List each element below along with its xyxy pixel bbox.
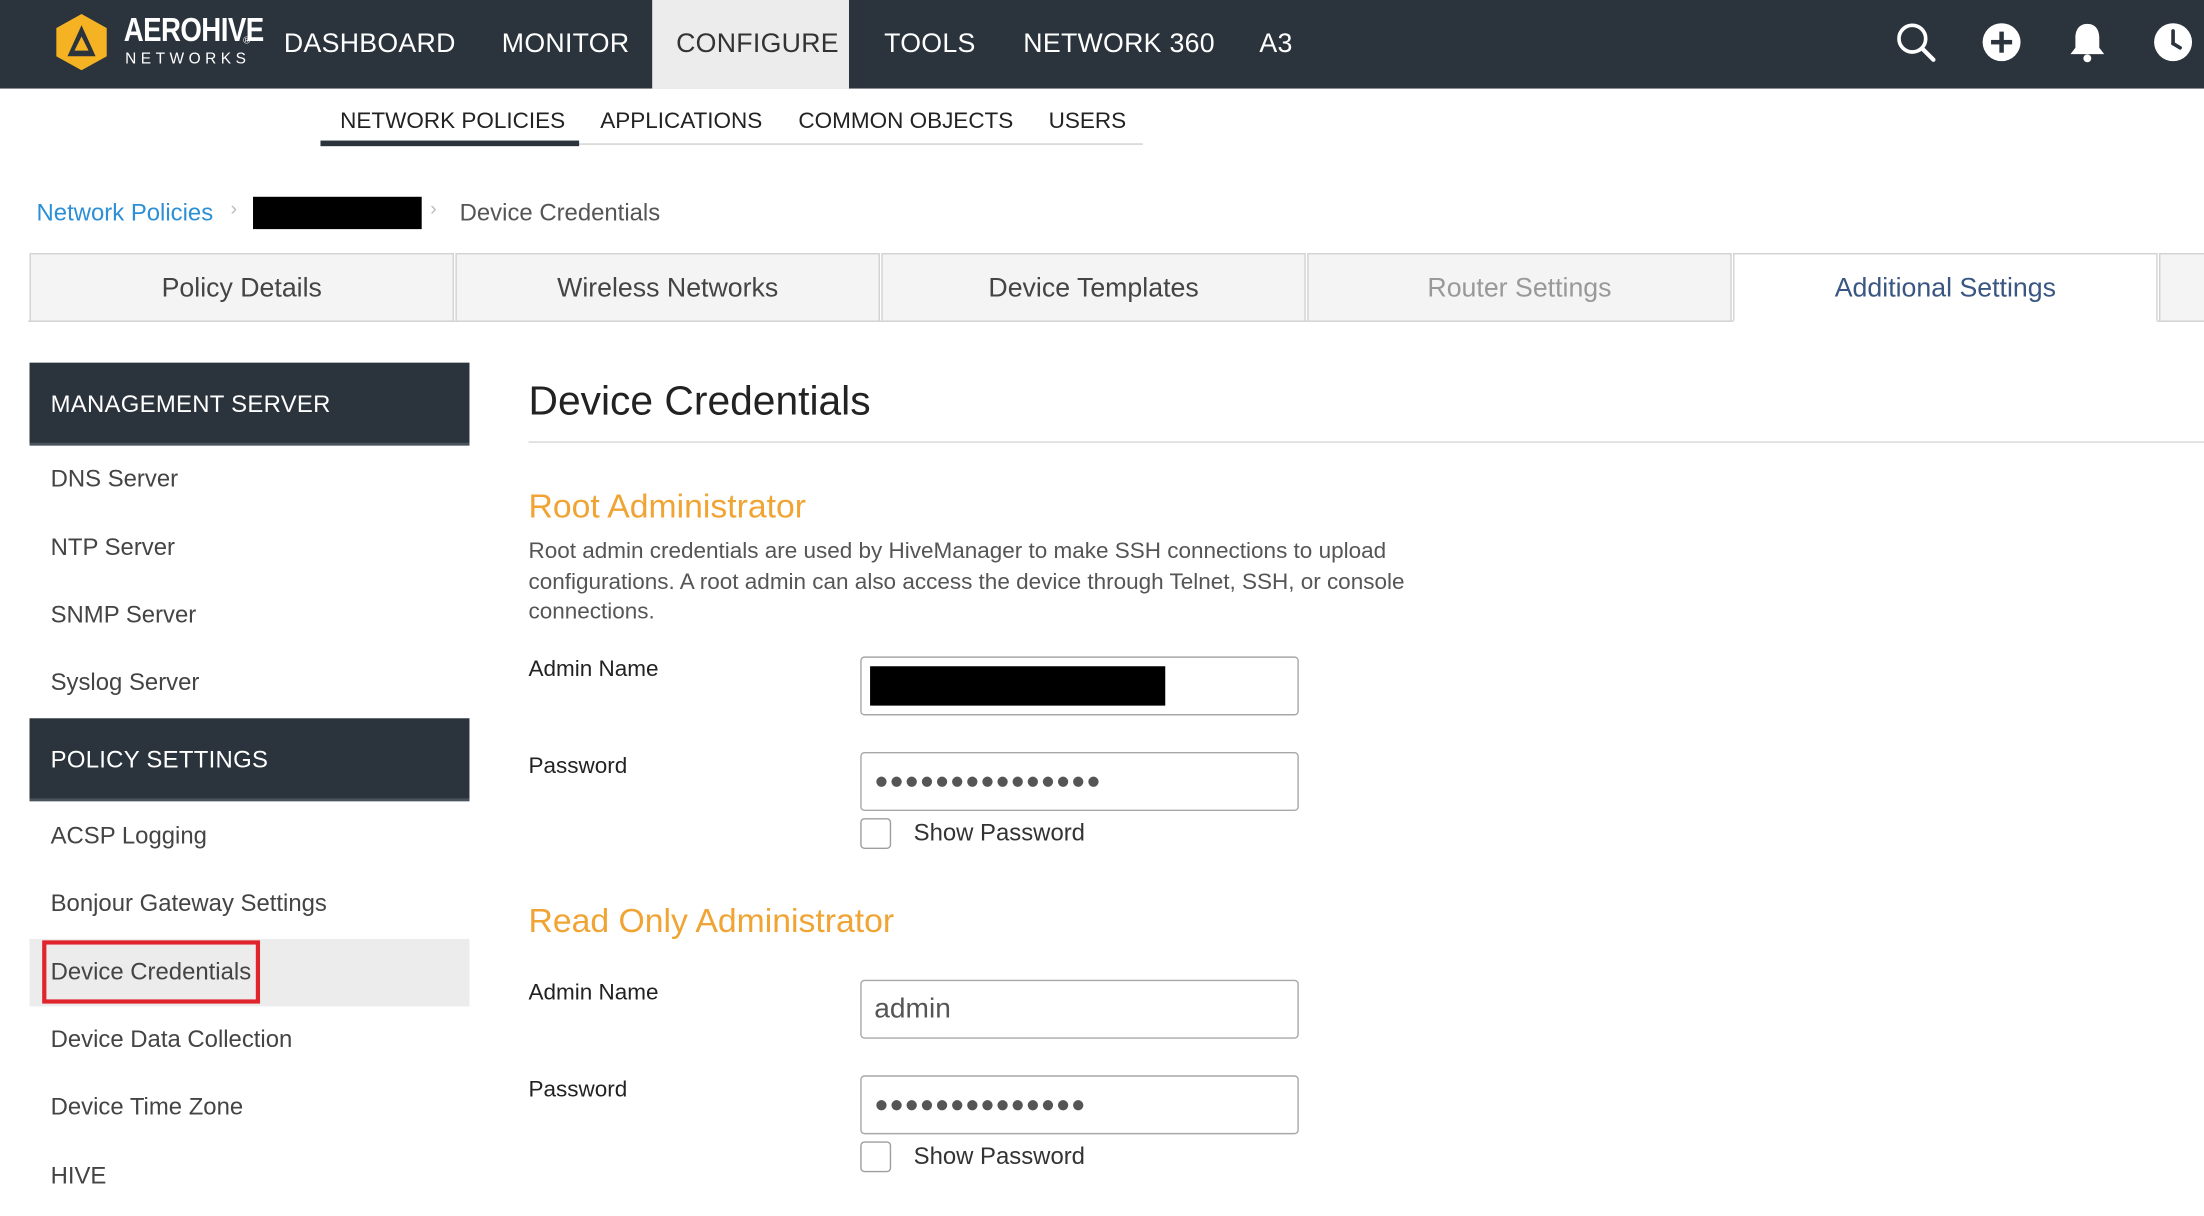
sidebar-item-snmp-server[interactable]: SNMP Server — [30, 582, 470, 649]
nav-monitor[interactable]: MONITOR — [502, 0, 630, 89]
tab-policy-details[interactable]: Policy Details — [29, 253, 455, 322]
readonly-show-password-label[interactable]: Show Password — [914, 1143, 1085, 1171]
logo-registered-mark: ® — [243, 36, 251, 47]
search-icon[interactable] — [1888, 14, 1944, 70]
breadcrumb-chevron-icon: › — [430, 196, 437, 220]
add-icon[interactable] — [1973, 14, 2029, 70]
tab-router-settings[interactable]: Router Settings — [1307, 253, 1732, 322]
nav-network-360[interactable]: NETWORK 360 — [1023, 0, 1215, 89]
readonly-admin-name-label: Admin Name — [528, 981, 659, 1006]
section-title-root-administrator: Root Administrator — [528, 487, 807, 526]
tab-overflow[interactable] — [2159, 253, 2204, 322]
root-password-input[interactable] — [860, 752, 1299, 812]
subnav-network-policies[interactable]: NETWORK POLICIES — [340, 110, 565, 135]
breadcrumb-redacted-policy[interactable] — [253, 196, 422, 230]
nav-dashboard[interactable]: DASHBOARD — [284, 0, 456, 89]
root-admin-name-redacted — [870, 666, 1166, 706]
sidebar-item-syslog-server[interactable]: Syslog Server — [30, 649, 470, 716]
sidebar-item-acsp-logging[interactable]: ACSP Logging — [30, 803, 470, 870]
nav-configure[interactable]: CONFIGURE — [652, 0, 849, 89]
sidebar-item-dns-server[interactable]: DNS Server — [30, 446, 470, 513]
tab-wireless-networks[interactable]: Wireless Networks — [455, 253, 880, 322]
subnav-applications[interactable]: APPLICATIONS — [600, 110, 762, 135]
subnav-users[interactable]: USERS — [1049, 110, 1126, 135]
sidebar-header-policy-settings: POLICY SETTINGS — [29, 718, 470, 802]
aerohive-logo-icon — [56, 14, 107, 71]
sidebar-item-ntp-server[interactable]: NTP Server — [30, 514, 470, 581]
sidebar-item-device-time-zone[interactable]: Device Time Zone — [30, 1074, 470, 1141]
aerohive-logo[interactable]: AEROHIVE ® NETWORKS — [56, 8, 264, 78]
title-divider — [528, 441, 2204, 443]
breadcrumb-chevron-icon: › — [230, 196, 238, 220]
readonly-admin-name-input[interactable] — [860, 979, 1299, 1039]
readonly-password-label: Password — [528, 1078, 628, 1102]
nav-tools[interactable]: TOOLS — [884, 0, 975, 89]
selection-highlight-box — [42, 940, 261, 1004]
breadcrumb-network-policies[interactable]: Network Policies — [37, 200, 214, 228]
tab-additional-settings[interactable]: Additional Settings — [1733, 253, 2158, 322]
sidebar-header-management-server: MANAGEMENT SERVER — [29, 362, 470, 446]
sidebar-item-bonjour-gateway-settings[interactable]: Bonjour Gateway Settings — [30, 870, 470, 937]
logo-subtitle: NETWORKS — [125, 50, 251, 68]
breadcrumb-current: Device Credentials — [459, 199, 661, 227]
tab-device-templates[interactable]: Device Templates — [881, 253, 1306, 322]
root-show-password-checkbox[interactable] — [860, 818, 892, 849]
app-window: AEROHIVE ® NETWORKS DASHBOARD MONITOR CO… — [0, 0, 2204, 1216]
sidebar-item-device-data-collection[interactable]: Device Data Collection — [30, 1006, 470, 1073]
root-password-label: Password — [528, 754, 628, 779]
subnav-common-objects[interactable]: COMMON OBJECTS — [798, 110, 1013, 135]
root-admin-description: Root admin credentials are used by HiveM… — [528, 539, 1405, 625]
top-navigation-bar: AEROHIVE ® NETWORKS DASHBOARD MONITOR CO… — [0, 0, 2204, 89]
page-title: Device Credentials — [528, 379, 871, 425]
section-title-read-only-administrator: Read Only Administrator — [528, 902, 895, 941]
root-show-password-label[interactable]: Show Password — [914, 819, 1085, 847]
nav-a3[interactable]: A3 — [1259, 0, 1292, 89]
bell-icon[interactable] — [2059, 14, 2115, 70]
subnav-active-indicator — [320, 140, 580, 147]
root-admin-name-label: Admin Name — [528, 657, 659, 682]
clock-icon[interactable] — [2145, 14, 2201, 70]
readonly-password-input[interactable] — [860, 1075, 1299, 1135]
sidebar-item-hive[interactable]: HIVE — [30, 1143, 470, 1210]
readonly-show-password-checkbox[interactable] — [860, 1141, 892, 1173]
